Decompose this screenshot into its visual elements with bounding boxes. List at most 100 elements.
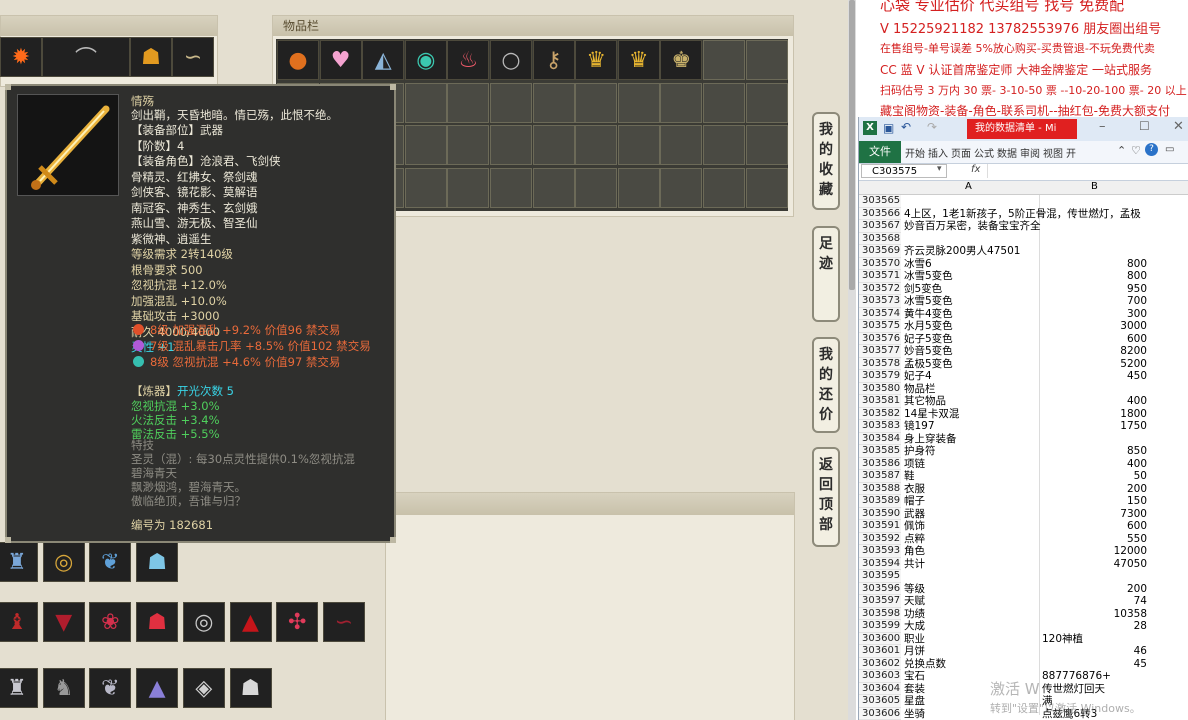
cell-a[interactable]: 冰雪6 [904, 258, 1039, 271]
inventory-slot[interactable]: ♨ [447, 40, 490, 80]
cell-a[interactable]: 妃子5变色 [904, 333, 1039, 346]
row-number[interactable]: 303591 [859, 520, 901, 533]
ribbon-tab[interactable]: 页面 [951, 145, 971, 160]
cell-a[interactable]: 其它物品 [904, 395, 1039, 408]
row-number[interactable]: 303587 [859, 470, 901, 483]
row-number[interactable]: 303583 [859, 420, 901, 433]
row-number[interactable]: 303588 [859, 482, 901, 495]
cell-a[interactable]: 4上区，1老1新孩子，5阶正骨混，传世燃灯，孟极 [904, 208, 1141, 221]
cell-b[interactable]: 120神植 [1039, 633, 1149, 646]
inventory-slot[interactable] [745, 82, 788, 123]
redo-icon[interactable]: ↷ [927, 120, 937, 134]
cell-b[interactable] [1039, 433, 1149, 446]
cell-b[interactable]: 传世燃灯回天 [1039, 683, 1149, 696]
row-number[interactable]: 303604 [859, 682, 901, 695]
inventory-slot[interactable] [617, 125, 660, 165]
cell-b[interactable]: 600 [1039, 333, 1149, 346]
cell-b[interactable] [1039, 233, 1149, 246]
cell-b[interactable]: 950 [1039, 283, 1149, 296]
cell-a[interactable]: 等级 [904, 583, 1039, 596]
inventory-slot[interactable] [745, 167, 788, 208]
cell-b[interactable]: 850 [1039, 445, 1149, 458]
row-number[interactable]: 303572 [859, 282, 901, 295]
cell-b[interactable] [1039, 383, 1149, 396]
item-slot[interactable]: ▼ [42, 602, 85, 642]
cell-a[interactable]: 孟极5变色 [904, 358, 1039, 371]
ribbon-tab[interactable]: 开 [1066, 145, 1076, 160]
inventory-slot[interactable]: ○ [490, 40, 532, 80]
cell-a[interactable]: 冰雪5变色 [904, 295, 1039, 308]
minimize-icon[interactable]: – [1099, 119, 1106, 134]
name-box-dropdown-icon[interactable]: ▾ [937, 164, 942, 174]
cell-a[interactable]: 冰雪5变色 [904, 270, 1039, 283]
inventory-slot[interactable] [490, 82, 532, 123]
cell-a[interactable]: 齐云灵脉200男人47501 [904, 245, 1039, 258]
side-button[interactable]: 返回顶部 [812, 447, 840, 547]
row-number[interactable]: 303597 [859, 595, 901, 608]
row-number[interactable]: 303576 [859, 332, 901, 345]
cell-a[interactable]: 黄牛4变色 [904, 308, 1039, 321]
ribbon-tab[interactable]: 公式 [974, 145, 994, 160]
cell-a[interactable]: 佩饰 [904, 520, 1039, 533]
cell-b[interactable]: 45 [1039, 658, 1149, 671]
row-number[interactable]: 303593 [859, 545, 901, 558]
cell-a[interactable] [904, 570, 1039, 583]
column-header-a[interactable]: A [965, 181, 972, 192]
inventory-slot[interactable]: ♥ [319, 40, 362, 80]
row-number[interactable]: 303599 [859, 620, 901, 633]
inventory-slot[interactable] [575, 167, 618, 208]
row-number[interactable]: 303592 [859, 532, 901, 545]
cell-a[interactable]: 月饼 [904, 645, 1039, 658]
cell-b[interactable]: 800 [1039, 258, 1149, 271]
cell-b[interactable] [1039, 208, 1149, 221]
row-number[interactable]: 303582 [859, 407, 901, 420]
cell-a[interactable]: 天赋 [904, 595, 1039, 608]
inventory-slot[interactable] [703, 82, 745, 123]
row-number[interactable]: 303600 [859, 632, 901, 645]
ribbon-tab[interactable]: 文件 [859, 141, 901, 163]
cell-a[interactable]: 剑5变色 [904, 283, 1039, 296]
cell-b[interactable]: 47050 [1039, 558, 1149, 571]
cell-a[interactable]: 帽子 [904, 495, 1039, 508]
side-button[interactable]: 我的收藏 [812, 112, 840, 210]
cell-a[interactable]: 角色 [904, 545, 1039, 558]
row-number[interactable]: 303584 [859, 432, 901, 445]
cell-a[interactable]: 水月5变色 [904, 320, 1039, 333]
cell-b[interactable]: 200 [1039, 583, 1149, 596]
ribbon-collapse-icon[interactable]: ⌃ [1117, 144, 1126, 157]
inventory-slot[interactable] [404, 125, 447, 165]
row-number[interactable]: 303585 [859, 445, 901, 458]
cell-a[interactable]: 鞋 [904, 470, 1039, 483]
cell-b[interactable] [1039, 195, 1149, 208]
inventory-slot[interactable] [703, 40, 745, 80]
cell-a[interactable]: 兑换点数 [904, 658, 1039, 671]
inventory-slot[interactable] [660, 125, 703, 165]
cell-b[interactable]: 10358 [1039, 608, 1149, 621]
cell-b[interactable]: 600 [1039, 520, 1149, 533]
column-header-b[interactable]: B [1091, 181, 1098, 192]
row-number[interactable]: 303565 [859, 195, 901, 208]
cell-a[interactable]: 身上穿装备 [904, 433, 1039, 446]
side-button[interactable]: 我的还价 [812, 337, 840, 433]
cell-b[interactable] [1039, 220, 1149, 233]
row-number[interactable]: 303581 [859, 395, 901, 408]
item-slot[interactable]: ♞ [42, 668, 85, 708]
cell-b[interactable]: 50 [1039, 470, 1149, 483]
cell-b[interactable]: 5200 [1039, 358, 1149, 371]
inventory-slot[interactable]: ♛ [575, 40, 618, 80]
ribbon-tab[interactable]: 开始 [905, 145, 925, 160]
equip-slot-helmet[interactable]: ✹ [0, 37, 42, 77]
inventory-slot[interactable]: ♛ [617, 40, 660, 80]
cell-a[interactable]: 点粹 [904, 533, 1039, 546]
row-number[interactable]: 303567 [859, 220, 901, 233]
inventory-slot[interactable] [404, 167, 447, 208]
row-number[interactable]: 303590 [859, 507, 901, 520]
inventory-slot[interactable] [490, 167, 532, 208]
item-slot[interactable]: ▲ [136, 668, 179, 708]
formula-input[interactable] [987, 164, 1188, 178]
cell-a[interactable]: 镜197 [904, 420, 1039, 433]
cell-b[interactable]: 74 [1039, 595, 1149, 608]
inventory-slot[interactable] [703, 167, 745, 208]
cell-a[interactable]: 衣服 [904, 483, 1039, 496]
inventory-slot[interactable] [617, 167, 660, 208]
